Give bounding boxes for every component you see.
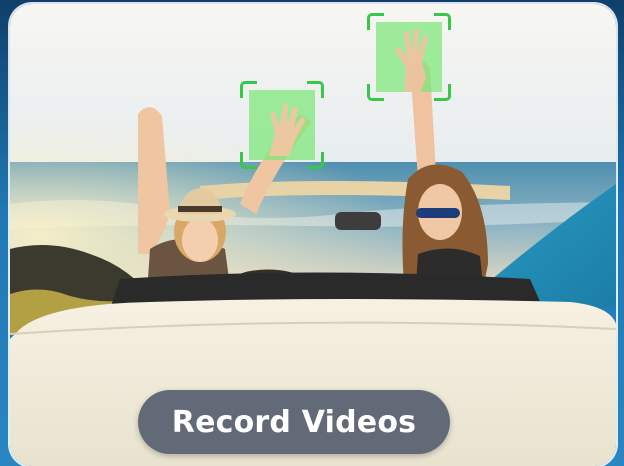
record-videos-label: Record Videos (171, 404, 417, 440)
gesture-detection-box-left (240, 81, 324, 169)
record-videos-button[interactable]: Record Videos (138, 390, 450, 454)
raised-hand-icon (395, 28, 428, 92)
raised-hand-icon (269, 103, 305, 156)
gesture-detection-box-right (367, 13, 451, 101)
